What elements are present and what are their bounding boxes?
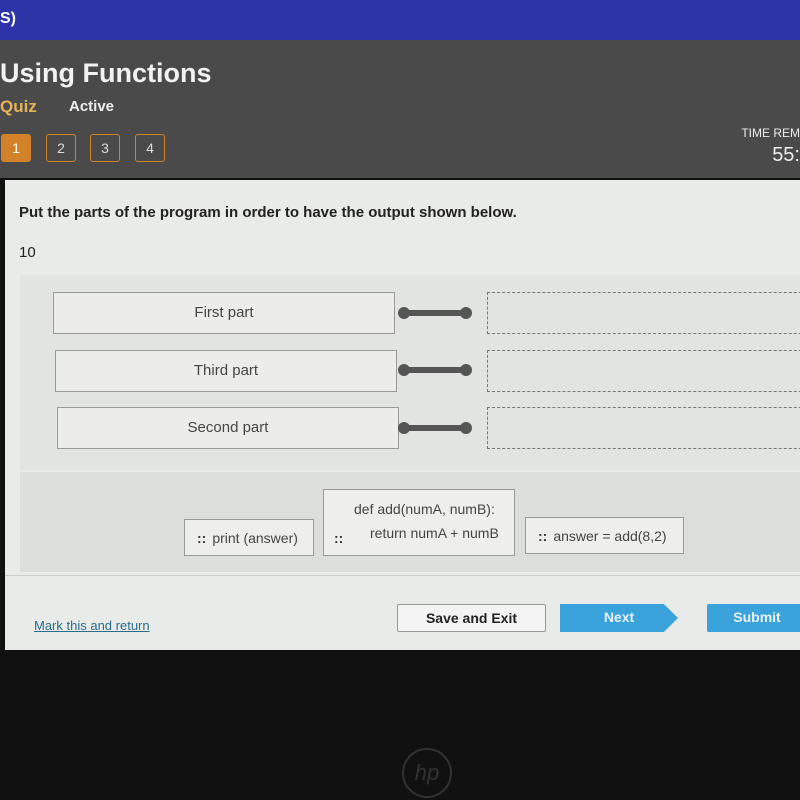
- drop-zone-2[interactable]: [487, 350, 800, 392]
- page-title: Using Functions: [0, 58, 212, 88]
- match-label-1: First part: [53, 292, 395, 334]
- match-label-3: Second part: [57, 407, 399, 449]
- tile-def-add[interactable]: def add(numA, numB): :: return numA + nu…: [323, 489, 515, 556]
- drag-handle-icon: ::: [538, 528, 548, 544]
- hp-logo: hp: [402, 748, 452, 798]
- connector-1: [398, 307, 472, 319]
- tile-answer-assign[interactable]: :: answer = add(8,2): [525, 517, 684, 554]
- drop-zone-1[interactable]: [487, 292, 800, 334]
- drop-zone-3[interactable]: [487, 407, 800, 449]
- tile-text: answer = add(8,2): [553, 528, 667, 544]
- question-4-button[interactable]: 4: [135, 134, 165, 162]
- connector-3: [398, 422, 472, 434]
- tile-print-answer[interactable]: :: print (answer): [184, 519, 314, 556]
- save-and-exit-button[interactable]: Save and Exit: [397, 604, 546, 632]
- next-button[interactable]: Next: [560, 604, 678, 632]
- question-panel: Put the parts of the program in order to…: [5, 180, 800, 650]
- drag-handle-icon: ::: [197, 530, 207, 546]
- footer: Mark this and return Save and Exit Next …: [5, 575, 800, 650]
- question-3-button[interactable]: 3: [90, 134, 120, 162]
- top-bar: S): [0, 0, 800, 40]
- connector-2: [398, 364, 472, 376]
- question-2-button[interactable]: 2: [46, 134, 76, 162]
- tile-text-line-1: def add(numA, numB):: [354, 501, 495, 517]
- status-label: Active: [69, 98, 115, 115]
- activity-type: Quiz: [0, 97, 37, 116]
- time-remaining-value: 55:: [772, 144, 800, 166]
- drag-handle-icon: ::: [334, 530, 344, 546]
- expected-output: 10: [19, 244, 36, 261]
- time-remaining-label: TIME REM: [741, 126, 800, 140]
- match-area: First part Third part Second part: [20, 275, 800, 470]
- top-bar-text: S): [0, 10, 16, 27]
- match-label-2: Third part: [55, 350, 397, 392]
- tile-text: print (answer): [212, 530, 298, 546]
- question-1-button[interactable]: 1: [1, 134, 31, 162]
- quiz-header: Using Functions Quiz Active 1 2 3 4 TIME…: [0, 40, 800, 178]
- mark-and-return-link[interactable]: Mark this and return: [34, 618, 150, 633]
- submit-button[interactable]: Submit: [707, 604, 800, 632]
- question-prompt: Put the parts of the program in order to…: [19, 204, 517, 221]
- answer-bank: :: print (answer) def add(numA, numB): ::…: [20, 472, 800, 572]
- tile-text-line-2: return numA + numB: [370, 525, 499, 541]
